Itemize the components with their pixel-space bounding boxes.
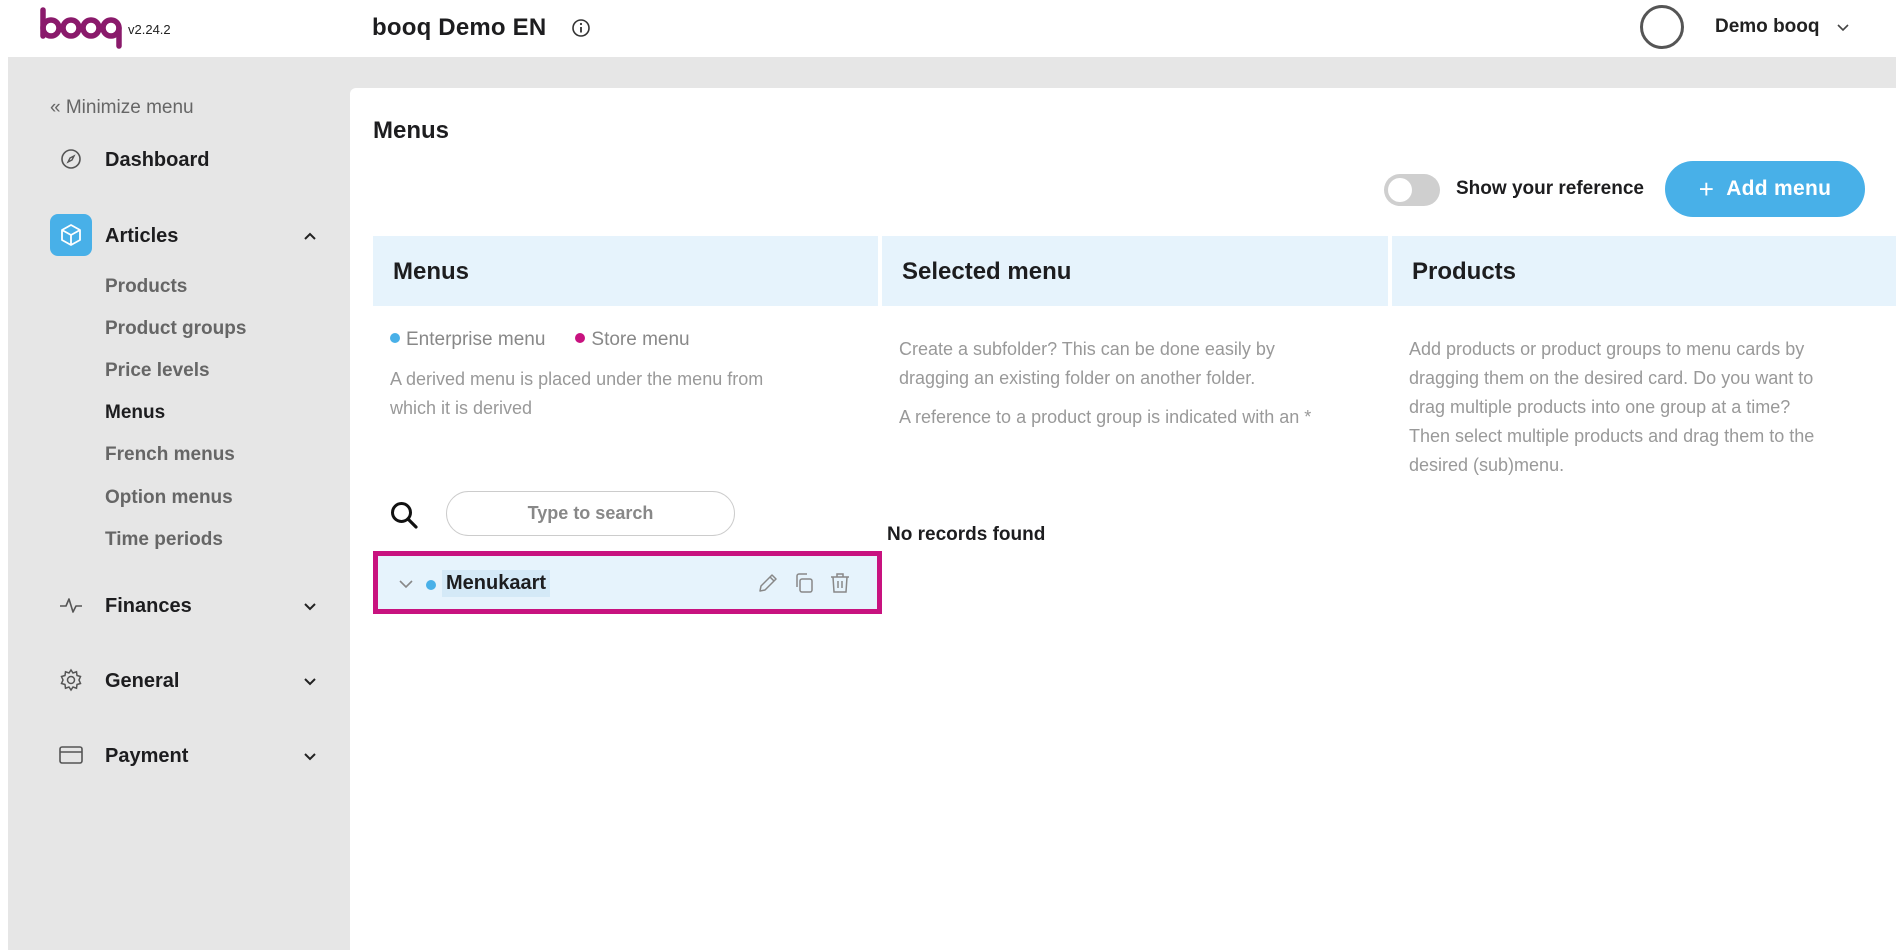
menu-type-legend: Enterprise menu Store menu bbox=[390, 329, 690, 351]
legend-store-label: Store menu bbox=[591, 329, 690, 350]
show-reference-toggle[interactable] bbox=[1384, 174, 1440, 206]
sidebar-subitem-option-menus[interactable]: Option menus bbox=[105, 487, 233, 509]
minimize-menu-button[interactable]: « Minimize menu bbox=[50, 97, 194, 119]
chevron-down-icon[interactable] bbox=[1836, 21, 1850, 35]
description-line: which it is derived bbox=[390, 398, 533, 418]
sidebar-subitem-product-groups[interactable]: Product groups bbox=[105, 318, 246, 340]
sidebar-item-general[interactable]: General bbox=[50, 659, 330, 703]
sidebar-subitem-products[interactable]: Products bbox=[105, 276, 187, 298]
sidebar-item-label: General bbox=[105, 670, 180, 692]
description-line: desired (sub)menu. bbox=[1409, 455, 1565, 475]
card-icon bbox=[50, 734, 92, 776]
products-description: Add products or product groups to menu c… bbox=[1409, 335, 1814, 480]
add-menu-label: Add menu bbox=[1726, 177, 1832, 200]
selected-menu-description: Create a subfolder? This can be done eas… bbox=[899, 335, 1311, 432]
legend-enterprise-label: Enterprise menu bbox=[406, 329, 546, 350]
environment-title: booq Demo EN bbox=[372, 14, 547, 41]
chevron-down-icon[interactable] bbox=[398, 576, 414, 592]
description-line: dragging them on the desired card. Do yo… bbox=[1409, 368, 1814, 388]
box-icon bbox=[50, 214, 92, 256]
copy-icon[interactable] bbox=[792, 571, 816, 595]
gear-icon bbox=[50, 659, 92, 701]
search-icon[interactable] bbox=[389, 500, 419, 530]
sidebar-item-articles[interactable]: Articles bbox=[50, 214, 330, 258]
description-line: Add products or product groups to menu c… bbox=[1409, 339, 1805, 359]
add-menu-button[interactable]: + Add menu bbox=[1665, 161, 1865, 217]
sidebar-item-dashboard[interactable]: Dashboard bbox=[50, 138, 330, 182]
sidebar-subitem-french-menus[interactable]: French menus bbox=[105, 444, 235, 466]
column-title: Selected menu bbox=[902, 258, 1072, 285]
app-version: v2.24.2 bbox=[128, 22, 171, 37]
column-header-menus: Menus bbox=[373, 236, 878, 306]
description-line: A reference to a product group is indica… bbox=[899, 407, 1312, 427]
sidebar-item-finances[interactable]: Finances bbox=[50, 584, 330, 628]
magenta-dot-icon bbox=[575, 333, 586, 343]
pulse-icon bbox=[50, 584, 92, 626]
menus-description: A derived menu is placed under the menu … bbox=[390, 365, 763, 423]
plus-icon: + bbox=[1698, 173, 1715, 204]
chevron-up-icon[interactable] bbox=[302, 228, 318, 244]
no-records-message: No records found bbox=[887, 524, 1046, 545]
sidebar-subitem-time-periods[interactable]: Time periods bbox=[105, 529, 223, 551]
sidebar-item-label: Articles bbox=[105, 225, 179, 247]
info-icon[interactable] bbox=[571, 18, 591, 38]
chevron-down-icon[interactable] bbox=[302, 673, 318, 689]
sidebar-item-label: Payment bbox=[105, 745, 189, 767]
show-reference-label: Show your reference bbox=[1456, 178, 1644, 199]
blue-dot-icon bbox=[390, 333, 400, 343]
column-title: Menus bbox=[393, 258, 470, 285]
sidebar-item-label: Dashboard bbox=[105, 149, 210, 171]
description-line: Then select multiple products and drag t… bbox=[1409, 426, 1815, 446]
top-bar: v2.24.2 booq Demo EN Demo booq bbox=[0, 0, 1896, 57]
legend-store: Store menu bbox=[575, 329, 690, 351]
column-header-selected-menu: Selected menu bbox=[882, 236, 1388, 306]
description-line: Create a subfolder? This can be done eas… bbox=[899, 339, 1275, 359]
column-header-products: Products bbox=[1392, 236, 1896, 306]
pencil-icon[interactable] bbox=[756, 571, 780, 595]
legend-enterprise: Enterprise menu bbox=[390, 329, 545, 351]
trash-icon[interactable] bbox=[828, 571, 852, 595]
user-menu-name[interactable]: Demo booq bbox=[1715, 16, 1820, 38]
booq-logo[interactable] bbox=[38, 6, 124, 50]
sidebar-subitem-price-levels[interactable]: Price levels bbox=[105, 360, 210, 382]
description-line: A derived menu is placed under the menu … bbox=[390, 369, 764, 389]
sidebar-subitem-menus[interactable]: Menus bbox=[105, 402, 165, 424]
page-title: Menus bbox=[373, 117, 450, 144]
chevron-down-icon[interactable] bbox=[302, 598, 318, 614]
description-line: drag multiple products into one group at… bbox=[1409, 397, 1791, 417]
compass-icon bbox=[50, 138, 92, 180]
menu-list-item[interactable]: Menukaart bbox=[373, 551, 882, 614]
column-title: Products bbox=[1412, 258, 1517, 285]
sidebar-item-label: Finances bbox=[105, 595, 192, 617]
menu-search-input[interactable] bbox=[446, 491, 735, 536]
description-line: dragging an existing folder on another f… bbox=[899, 368, 1256, 388]
user-avatar[interactable] bbox=[1640, 5, 1684, 49]
sidebar-item-payment[interactable]: Payment bbox=[50, 734, 330, 778]
menu-item-label[interactable]: Menukaart bbox=[442, 570, 551, 597]
chevron-down-icon[interactable] bbox=[302, 748, 318, 764]
enterprise-menu-dot-icon bbox=[426, 580, 436, 590]
menu-item-row[interactable]: Menukaart bbox=[378, 556, 877, 609]
